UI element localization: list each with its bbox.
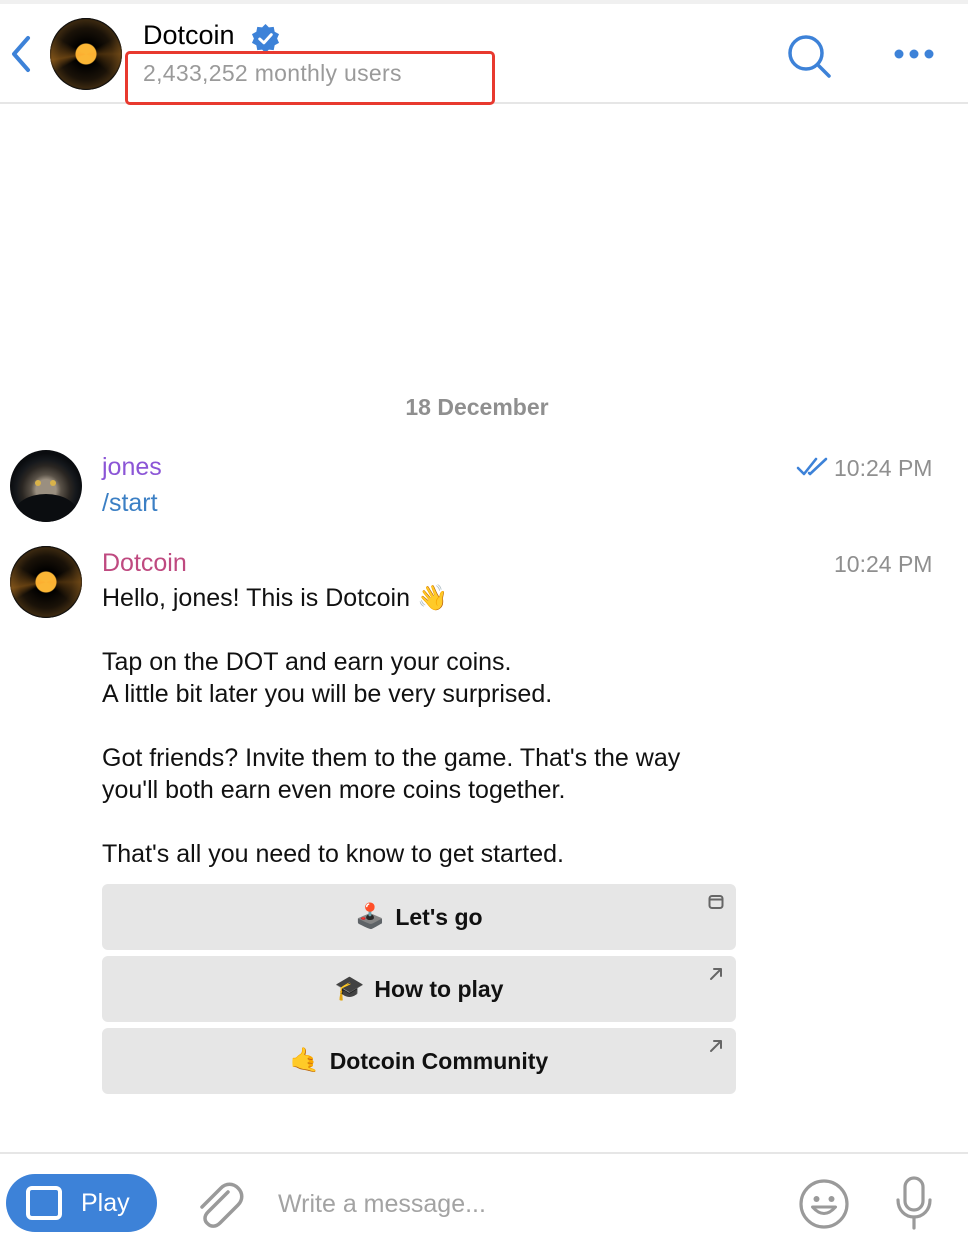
app-window-icon xyxy=(26,1186,62,1220)
microphone-icon[interactable] xyxy=(894,1176,934,1232)
lets-go-button[interactable]: 🕹️ Let's go xyxy=(102,884,736,950)
verified-badge-icon xyxy=(251,24,280,53)
button-label: Let's go xyxy=(395,903,483,930)
user-avatar[interactable] xyxy=(10,450,82,522)
avatar-eye xyxy=(35,480,41,486)
button-label: How to play xyxy=(374,975,504,1002)
read-checkmarks-icon xyxy=(796,457,828,476)
external-link-icon xyxy=(710,1040,722,1052)
message-line: Tap on the DOT and earn your coins. xyxy=(102,648,512,676)
emoji-icon[interactable] xyxy=(798,1178,850,1230)
message-line: Hello, jones! This is Dotcoin 👋 xyxy=(102,584,449,612)
call-me-hand-icon: 🤙 xyxy=(289,1047,320,1074)
search-icon[interactable] xyxy=(785,32,833,80)
more-options-icon[interactable] xyxy=(890,42,938,66)
chat-title[interactable]: Dotcoin xyxy=(143,20,235,51)
message-line xyxy=(102,710,782,742)
message-line: Got friends? Invite them to the game. Th… xyxy=(102,744,681,772)
message-time: 10:24 PM xyxy=(834,455,933,481)
back-arrow-icon[interactable] xyxy=(4,32,40,76)
bot-avatar[interactable] xyxy=(10,546,82,618)
message-sender[interactable]: Dotcoin xyxy=(102,549,187,578)
message-line xyxy=(102,806,782,838)
message-input-bar: Play xyxy=(0,1152,968,1236)
button-label: Dotcoin Community xyxy=(329,1047,549,1074)
annotation-highlight-box xyxy=(125,51,495,105)
message-line: That's all you need to know to get start… xyxy=(102,840,564,868)
bot-avatar[interactable] xyxy=(50,18,122,90)
message-line: you'll both earn even more coins togethe… xyxy=(102,776,566,804)
message-body: Hello, jones! This is Dotcoin 👋 Tap on t… xyxy=(102,582,782,870)
message-time: 10:24 PM xyxy=(834,551,933,577)
message-input[interactable] xyxy=(278,1184,758,1224)
paperclip-icon[interactable] xyxy=(194,1178,244,1230)
avatar-hood xyxy=(14,494,78,522)
message-command[interactable]: /start xyxy=(102,489,158,518)
graduation-cap-icon: 🎓 xyxy=(334,975,365,1002)
date-separator: 18 December xyxy=(405,394,549,420)
chat-header: Dotcoin 2,433,252 monthly users xyxy=(0,0,968,105)
joystick-icon: 🕹️ xyxy=(355,903,386,930)
how-to-play-button[interactable]: 🎓 How to play xyxy=(102,956,736,1022)
external-link-icon xyxy=(710,968,722,980)
message-sender[interactable]: jones xyxy=(102,453,162,482)
web-app-icon xyxy=(708,895,724,909)
message-line: A little bit later you will be very surp… xyxy=(102,680,553,708)
play-button[interactable]: Play xyxy=(6,1174,157,1232)
play-button-label: Play xyxy=(81,1189,130,1217)
dotcoin-community-button[interactable]: 🤙 Dotcoin Community xyxy=(102,1028,736,1094)
avatar-eye xyxy=(50,480,56,486)
message-line xyxy=(102,614,782,646)
